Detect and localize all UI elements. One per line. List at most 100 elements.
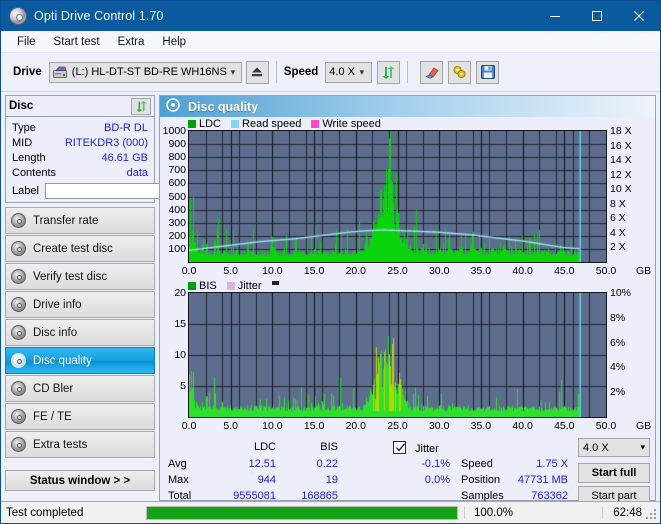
disc-panel-title: Disc [9, 100, 34, 112]
axis-tick-label: 300 [168, 216, 186, 229]
jitter-checkbox[interactable] [393, 441, 406, 454]
axis-tick-label: 45.0 [554, 265, 575, 277]
eraser-button[interactable] [420, 60, 444, 84]
axis-tick-label: 5 [180, 380, 186, 392]
disc-panel: Disc Type BD-R DL MID RITEKDR3 (000) Len… [5, 95, 247, 203]
save-button[interactable] [476, 60, 500, 84]
sidebar-item-label: Verify test disc [33, 270, 108, 283]
minimize-icon[interactable] [534, 1, 576, 31]
disc-label-row: Label [6, 180, 247, 202]
axis-tick-label: 8 X [610, 197, 626, 210]
stats-row-label-max: Max [168, 474, 189, 486]
disc-panel-header: Disc [6, 96, 154, 117]
disc-small-icon [11, 353, 26, 368]
tools-button[interactable] [448, 60, 472, 84]
menu-file[interactable]: File [8, 34, 45, 50]
sidebar-item-transfer-rate[interactable]: Transfer rate [5, 207, 155, 234]
refresh-button[interactable] [377, 60, 401, 84]
maximize-icon[interactable] [576, 1, 618, 31]
chart-bis: 5 10 15 20 2% 4% 6% 8% 10% 0.0 5.0 10.0 15.0 20.0 25.0… [160, 287, 655, 433]
stats-max-jitter: 0.0% [424, 474, 450, 486]
speed-stat-label: Speed [461, 458, 493, 470]
chart-ldc: 100 200 300 400 500 600 700 800 900 1000 2 X 4 X6 X… [160, 125, 655, 278]
disc-small-icon [11, 241, 26, 256]
axis-tick-label: 15.0 [303, 420, 325, 432]
axis-tick-label: 50.0 [595, 420, 617, 432]
disc-mid-label: MID [12, 136, 33, 149]
axis-tick-label: 12 X [610, 168, 632, 181]
chevron-down-icon[interactable]: ▾ [355, 67, 370, 78]
stats-avg-bis: 0.22 [316, 458, 338, 470]
toolbar: Drive (L:) HL-DT-ST BD-RE WH16NS58 TST4 … [1, 53, 660, 92]
menu-help[interactable]: Help [153, 34, 195, 50]
drive-select[interactable]: (L:) HL-DT-ST BD-RE WH16NS58 TST4 ▾ [48, 61, 242, 83]
start-full-button[interactable]: Start full [578, 463, 650, 483]
axis-tick-label: 10 [174, 349, 186, 361]
sidebar-item-fe-te[interactable]: FE / TE [5, 403, 155, 430]
disc-small-icon [11, 381, 26, 396]
legend-label-bis: BIS [199, 279, 217, 292]
sidebar-item-extra-tests[interactable]: Extra tests [5, 431, 155, 458]
sidebar-item-label: Extra tests [33, 438, 88, 451]
drive-label: Drive [13, 66, 42, 78]
close-icon[interactable] [618, 1, 660, 31]
legend-swatch-marker [271, 281, 279, 285]
axis-tick-label: 35.0 [470, 265, 492, 277]
menu-start-test[interactable]: Start test [45, 34, 109, 50]
chevron-down-icon[interactable]: ▾ [227, 67, 239, 78]
menu-extra[interactable]: Extra [109, 34, 154, 50]
axis-tick-label: 25.0 [387, 265, 408, 277]
sidebar-item-verify-test-disc[interactable]: Verify test disc [5, 263, 155, 290]
content-panel: Disc quality LDC Read speed Write speed … [159, 95, 656, 506]
disc-type-value: BD-R DL [103, 121, 148, 134]
axis-tick-label: 400 [168, 203, 186, 216]
axis-tick-label: 40.0 [512, 420, 533, 432]
axis-tick-label: 100 [168, 242, 186, 255]
disc-length-value: 46.61 GB [101, 151, 148, 164]
resize-grip-icon[interactable] [646, 509, 657, 520]
sidebar-item-drive-info[interactable]: Drive info [5, 291, 155, 318]
sidebar-item-cd-bler[interactable]: CD Bler [5, 375, 155, 402]
speed-stat-value: 1.75 X [536, 458, 568, 470]
legend-label-jitter: Jitter [237, 279, 262, 292]
axis-tick-label: 18 X [610, 125, 632, 137]
axis-tick-label: 4% [610, 361, 626, 374]
axis-tick-label: 35.0 [470, 420, 492, 432]
sidebar-item-label: CD Bler [33, 382, 74, 395]
status-window-button[interactable]: Status window > > [5, 470, 155, 491]
nav-list: Transfer rate Create test disc Verify te… [5, 207, 155, 458]
axis-tick-label: GB [636, 420, 652, 432]
disc-small-icon [11, 269, 26, 284]
axis-tick-label: 800 [168, 151, 186, 164]
axis-tick-label: 15.0 [303, 265, 325, 277]
test-speed-select[interactable]: 4.0 X ▾ [578, 438, 650, 457]
axis-tick-label: 10% [610, 287, 632, 299]
stats-col-bis: BIS [320, 441, 338, 453]
stats-avg-jitter: -0.1% [421, 458, 450, 470]
eject-button[interactable] [245, 60, 269, 84]
disc-refresh-button[interactable] [131, 97, 151, 115]
disc-row-type: Type BD-R DL [6, 120, 154, 135]
axis-tick-label: 20 [174, 287, 186, 299]
sidebar-item-disc-info[interactable]: Disc info [5, 319, 155, 346]
legend-swatch-ldc [188, 119, 196, 128]
panel-title: Disc quality [188, 99, 259, 114]
axis-tick-label: 1000 [162, 125, 186, 137]
axis-tick-label: 600 [168, 177, 186, 190]
drive-value: (L:) HL-DT-ST BD-RE WH16NS58 TST4 [71, 66, 227, 78]
disc-label-label: Label [12, 185, 39, 197]
sidebar-item-disc-quality[interactable]: Disc quality [5, 347, 155, 374]
sidebar-item-label: Disc quality [33, 354, 92, 367]
axis-tick-label: 40.0 [512, 265, 533, 277]
app-window: Opti Drive Control 1.70 File Start test … [0, 0, 661, 524]
chevron-down-icon[interactable]: ▾ [640, 442, 645, 453]
toolbar-divider-1 [275, 61, 277, 83]
stats-max-bis: 19 [325, 474, 338, 486]
sidebar-item-create-test-disc[interactable]: Create test disc [5, 235, 155, 262]
sidebar-item-label: FE / TE [33, 410, 72, 423]
axis-tick-label: 700 [168, 164, 186, 177]
speed-select[interactable]: 4.0 X ▾ [325, 61, 373, 83]
stats-col-ldc: LDC [253, 441, 276, 453]
axis-tick-label: 2% [610, 386, 626, 399]
legend-swatch-write-speed [311, 119, 320, 128]
